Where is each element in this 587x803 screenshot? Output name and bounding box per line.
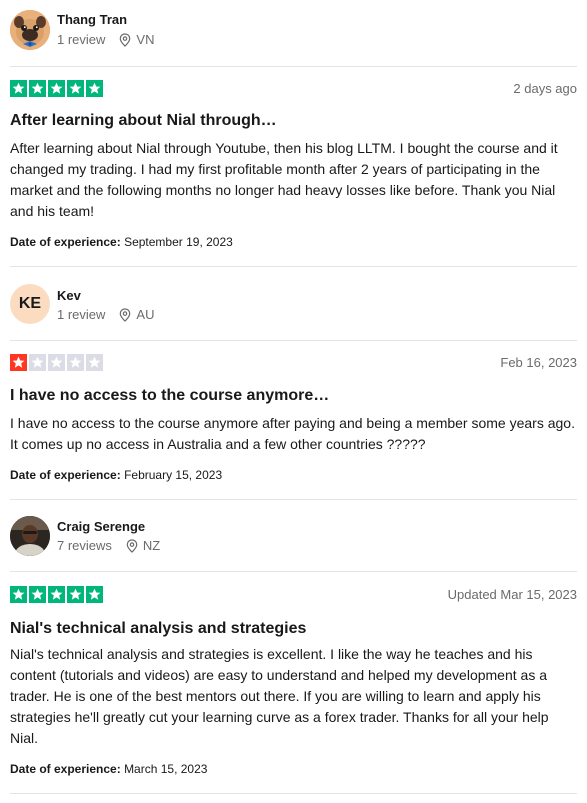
experience-label: Date of experience: [10, 468, 121, 482]
divider [10, 571, 577, 572]
reviewer-name[interactable]: Kev [57, 288, 81, 303]
review-title[interactable]: After learning about Nial through… [10, 112, 277, 130]
star-icon [10, 80, 27, 97]
star-icon [86, 80, 103, 97]
experience-date: February 15, 2023 [124, 468, 223, 482]
star-icon [10, 586, 27, 603]
reviewer-meta: 7 reviews NZ [57, 538, 160, 553]
review-title[interactable]: I have no access to the course anymore… [10, 387, 329, 405]
experience-label: Date of experience: [10, 762, 121, 776]
divider [10, 499, 577, 500]
reviewer-country: AU [136, 307, 155, 322]
star-icon [86, 586, 103, 603]
star-rating [10, 80, 103, 97]
reviewer-name[interactable]: Craig Serenge [57, 519, 145, 534]
review-body: After learning about Nial through Youtub… [10, 140, 558, 219]
star-rating [10, 586, 103, 603]
location-pin-icon [120, 32, 131, 47]
divider [10, 340, 577, 341]
reviewer-meta: 1 review VN [57, 32, 154, 47]
reviewer-country: NZ [142, 538, 161, 553]
review-title[interactable]: Nial's technical analysis and strategies [10, 620, 306, 638]
review-date: 2 days ago [513, 81, 577, 96]
experience-date: March 15, 2023 [124, 762, 208, 776]
date-of-experience: Date of experience: September 19, 2023 [10, 235, 233, 249]
pug-avatar-icon [10, 10, 50, 50]
reviewer-country: VN [136, 32, 155, 47]
date-of-experience: Date of experience: March 15, 2023 [10, 762, 207, 776]
star-icon [86, 354, 103, 371]
review-count: 1 review [57, 32, 106, 47]
location-pin-icon [120, 307, 131, 322]
review-count: 1 review [57, 307, 106, 322]
experience-date: September 19, 2023 [124, 235, 233, 249]
star-icon [29, 586, 46, 603]
user-avatar[interactable] [10, 10, 50, 50]
divider [10, 266, 577, 267]
star-icon [29, 354, 46, 371]
review-date: Updated Mar 15, 2023 [447, 587, 577, 602]
star-icon [29, 80, 46, 97]
experience-label: Date of experience: [10, 235, 121, 249]
user-avatar-initials[interactable]: KE [10, 284, 50, 324]
star-icon [67, 586, 84, 603]
star-icon [48, 586, 65, 603]
star-rating [10, 354, 103, 371]
location-pin-icon [126, 538, 138, 553]
star-icon [67, 80, 84, 97]
date-of-experience: Date of experience: February 15, 2023 [10, 468, 222, 482]
review-body: Nial's technical analysis and strategies… [10, 646, 549, 746]
divider [10, 793, 577, 794]
user-avatar[interactable] [10, 516, 50, 556]
review-date: Feb 16, 2023 [500, 355, 577, 370]
review-body: I have no access to the course anymore a… [10, 415, 575, 452]
star-icon [67, 354, 84, 371]
divider [10, 66, 577, 67]
star-icon [10, 354, 27, 371]
person-photo-icon [10, 516, 50, 556]
reviewer-name[interactable]: Thang Tran [57, 12, 127, 27]
star-icon [48, 80, 65, 97]
review-count: 7 reviews [57, 538, 112, 553]
reviewer-meta: 1 review AU [57, 307, 154, 322]
star-icon [48, 354, 65, 371]
